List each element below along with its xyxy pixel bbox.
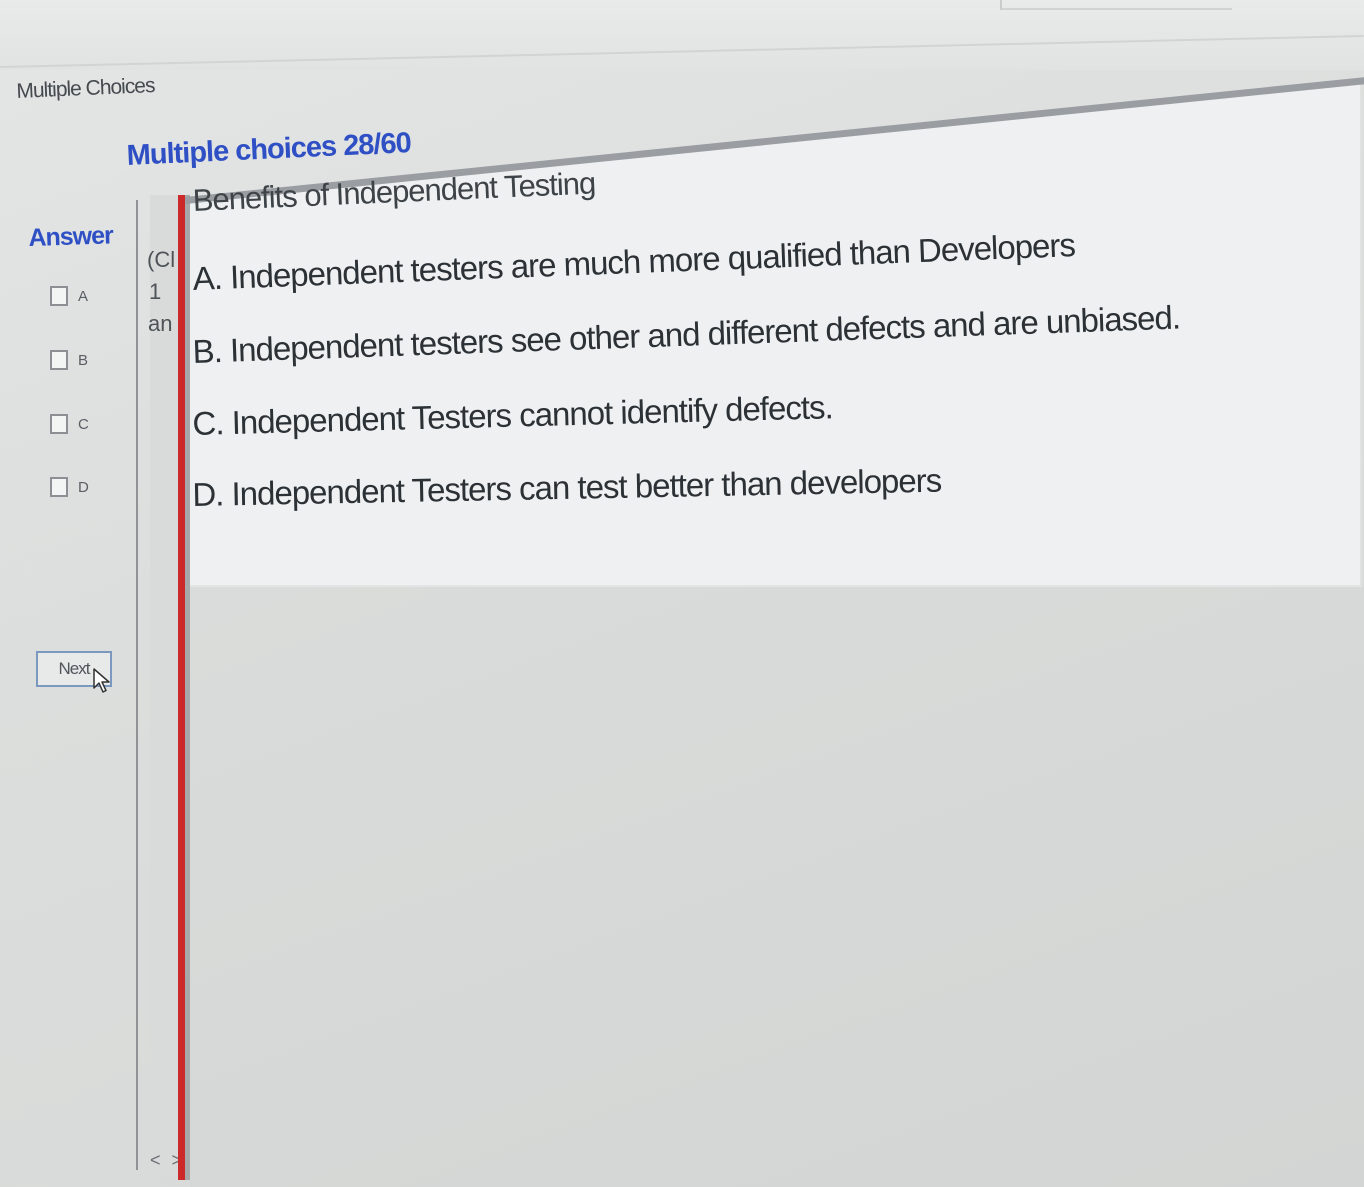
answer-choice-c[interactable]: C: [50, 414, 89, 434]
mouse-pointer-icon: [93, 668, 110, 693]
checkbox-d[interactable]: [50, 477, 68, 497]
choice-letter-c: C: [78, 415, 89, 433]
checkbox-c[interactable]: [50, 414, 68, 434]
panel-divider-red[interactable]: [178, 195, 185, 1180]
empty-content-area: [190, 585, 1364, 1187]
choice-letter-a: A: [78, 287, 89, 305]
quiz-heading: Multiple choices 28/60: [126, 127, 412, 172]
side-fragment-2: 1: [149, 279, 162, 304]
answer-choice-a[interactable]: A: [50, 286, 88, 306]
side-fragment-3: an: [148, 311, 173, 336]
collapsed-side-panel: [150, 195, 178, 1175]
answer-label: Answer: [28, 221, 114, 252]
window-title: Multiple Choices: [16, 73, 155, 103]
checkbox-b[interactable]: [50, 350, 68, 370]
choice-letter-d: D: [78, 478, 89, 496]
side-fragment-1: (Cl: [147, 247, 176, 272]
window-top-strip: [0, 0, 1364, 70]
answer-choice-d[interactable]: D: [50, 477, 89, 497]
checkbox-a[interactable]: [50, 286, 68, 306]
top-edge-mark: [1000, 0, 1232, 10]
side-panel-border: [136, 200, 150, 1170]
answer-choice-b[interactable]: B: [50, 350, 88, 370]
choice-letter-b: B: [78, 351, 89, 369]
